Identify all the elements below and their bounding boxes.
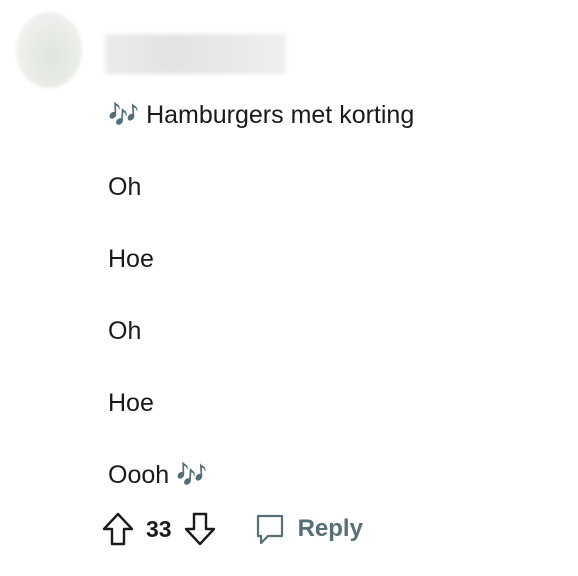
comment-line: Oooh 🎶 <box>108 461 208 489</box>
comment-line: Hoe <box>108 389 154 417</box>
reply-label: Reply <box>297 515 363 542</box>
arrow-up-outline-icon <box>102 512 134 546</box>
comment-body: 🎶 Hamburgers met korting Oh Hoe Oh Hoe O… <box>108 100 414 532</box>
comment-line: Hoe <box>108 245 154 273</box>
comment-line: Oh <box>108 317 142 345</box>
comment-line: Oh <box>108 173 142 201</box>
downvote-button[interactable] <box>182 511 218 547</box>
arrow-down-outline-icon <box>184 512 215 546</box>
reply-button[interactable]: Reply <box>254 512 363 546</box>
comment-line: 🎶 Hamburgers met korting <box>108 101 415 129</box>
avatar[interactable] <box>16 12 82 88</box>
speech-bubble-icon <box>256 514 283 545</box>
comment-action-bar: 33 Reply <box>100 510 363 548</box>
username-redacted[interactable] <box>105 34 286 74</box>
vote-count: 33 <box>146 515 172 542</box>
upvote-button[interactable] <box>100 511 136 547</box>
